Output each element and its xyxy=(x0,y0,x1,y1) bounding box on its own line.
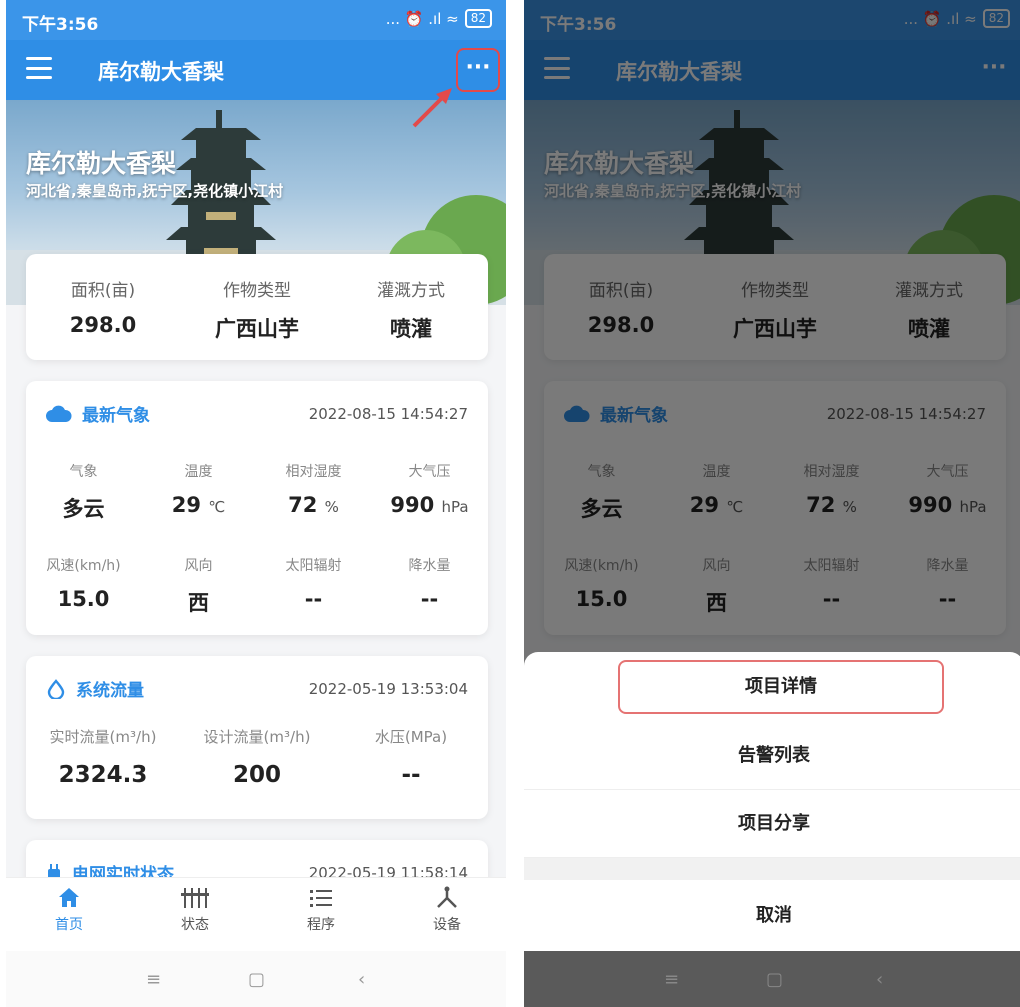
list-icon xyxy=(310,890,332,907)
precipitation-value: -- xyxy=(420,587,439,611)
stat-label: 面积(亩) xyxy=(70,281,136,301)
wind-speed-value: 15.0 xyxy=(57,587,110,611)
nav-device[interactable]: 设备 xyxy=(412,886,482,934)
stat-value: 喷灌 xyxy=(390,317,432,341)
nav-program[interactable]: 程序 xyxy=(286,886,356,934)
card-timestamp: 2022-05-19 13:53:04 xyxy=(308,680,468,698)
nav-home[interactable]: 首页 xyxy=(34,886,104,934)
menu-icon[interactable] xyxy=(26,57,52,79)
card-header: 最新气象 xyxy=(46,401,150,426)
project-name: 库尔勒大香梨 xyxy=(26,149,177,178)
cloud-icon xyxy=(46,405,72,422)
nav-label: 设备 xyxy=(433,917,461,933)
status-icons: ... ⏰ .ıl ≈ 82 xyxy=(386,9,492,28)
solar-radiation-value: -- xyxy=(304,587,323,611)
water-drop-icon xyxy=(47,678,65,699)
phone-screen-menu-open: 下午3:56 ... ⏰ .ıl ≈ 82 库尔勒大香梨 ··· xyxy=(524,0,1020,1007)
humidity-label: 相对湿度 xyxy=(285,464,342,480)
recent-apps-button[interactable]: ≡ xyxy=(664,969,679,990)
sliders-icon xyxy=(181,888,209,908)
stat-label: 作物类型 xyxy=(223,281,291,301)
system-navigation-bar: ≡ ▢ ‹ xyxy=(6,951,506,1007)
phone-screen-main: 下午3:56 ... ⏰ .ıl ≈ 82 库尔勒大香梨 ··· 库尔勒大香梨 … xyxy=(6,0,506,1007)
irrigation-stat: 灌溉方式 喷灌 xyxy=(334,254,488,343)
project-share-option[interactable]: 项目分享 xyxy=(524,790,1020,858)
device-icon xyxy=(437,886,457,908)
home-button[interactable]: ▢ xyxy=(248,969,265,990)
card-timestamp: 2022-08-15 14:54:27 xyxy=(308,405,468,423)
nav-status[interactable]: 状态 xyxy=(160,886,230,934)
alarm-list-option[interactable]: 告警列表 xyxy=(524,722,1020,790)
wind-direction-label: 风向 xyxy=(184,558,213,574)
project-details-option[interactable]: 项目详情 xyxy=(618,660,944,714)
humidity-value: 72 % xyxy=(288,493,339,517)
realtime-flow-label: 实时流量(m³/h) xyxy=(49,728,157,746)
nav-label: 状态 xyxy=(181,917,209,933)
sheet-divider xyxy=(524,858,1020,880)
stat-value: 广西山芋 xyxy=(215,317,299,341)
home-button[interactable]: ▢ xyxy=(766,969,783,990)
project-info-card: 面积(亩) 298.0 作物类型 广西山芋 灌溉方式 喷灌 xyxy=(26,254,488,360)
nav-label: 程序 xyxy=(307,917,335,933)
pressure-value: 990 hPa xyxy=(390,493,469,517)
system-navigation-bar: ≡ ▢ ‹ xyxy=(524,951,1020,1007)
battery-icon: 82 xyxy=(464,9,492,28)
solar-radiation-label: 太阳辐射 xyxy=(285,558,342,574)
weather-card[interactable]: 最新气象 2022-08-15 14:54:27 气象 温度 相对湿度 大气压 … xyxy=(26,381,488,635)
status-bar: 下午3:56 ... ⏰ .ıl ≈ 82 xyxy=(6,0,506,40)
back-button[interactable]: ‹ xyxy=(876,969,883,990)
weather-label: 气象 xyxy=(69,464,98,480)
home-icon xyxy=(59,888,79,907)
bottom-navigation: 首页 状态 程序 设备 xyxy=(6,877,506,951)
recent-apps-button[interactable]: ≡ xyxy=(146,969,161,990)
nav-label: 首页 xyxy=(55,917,83,933)
stat-value: 298.0 xyxy=(69,313,137,337)
wind-direction-value: 西 xyxy=(188,591,209,615)
cancel-button[interactable]: 取消 xyxy=(524,880,1020,952)
area-stat: 面积(亩) 298.0 xyxy=(26,254,180,337)
system-flow-card[interactable]: 系统流量 2022-05-19 13:53:04 实时流量(m³/h) 设计流量… xyxy=(26,656,488,819)
precipitation-label: 降水量 xyxy=(408,558,451,574)
card-title: 最新气象 xyxy=(82,406,150,426)
water-pressure-value: -- xyxy=(401,762,421,788)
card-header: 系统流量 xyxy=(46,676,144,701)
design-flow-label: 设计流量(m³/h) xyxy=(203,728,311,746)
temperature-value: 29 ℃ xyxy=(171,493,226,517)
realtime-flow-value: 2324.3 xyxy=(58,762,148,788)
status-indicator-icons: ... ⏰ .ıl ≈ xyxy=(385,9,459,28)
card-title: 系统流量 xyxy=(76,681,144,701)
project-address: 河北省,秦皇岛市,抚宁区,尧化镇小江村 xyxy=(26,182,284,200)
design-flow-value: 200 xyxy=(232,762,281,788)
action-sheet: 项目详情 告警列表 项目分享 取消 xyxy=(524,652,1020,952)
water-pressure-label: 水压(MPa) xyxy=(374,728,448,746)
wind-speed-label: 风速(km/h) xyxy=(46,558,121,574)
pointer-arrow-icon xyxy=(412,88,452,128)
pressure-label: 大气压 xyxy=(408,464,451,480)
more-options-button[interactable]: ··· xyxy=(456,48,500,92)
app-title: 库尔勒大香梨 xyxy=(98,60,224,84)
crop-stat: 作物类型 广西山芋 xyxy=(180,254,334,343)
stat-label: 灌溉方式 xyxy=(377,281,445,301)
status-time: 下午3:56 xyxy=(22,15,99,35)
weather-value: 多云 xyxy=(62,497,105,521)
temperature-label: 温度 xyxy=(184,464,213,480)
back-button[interactable]: ‹ xyxy=(358,969,365,990)
